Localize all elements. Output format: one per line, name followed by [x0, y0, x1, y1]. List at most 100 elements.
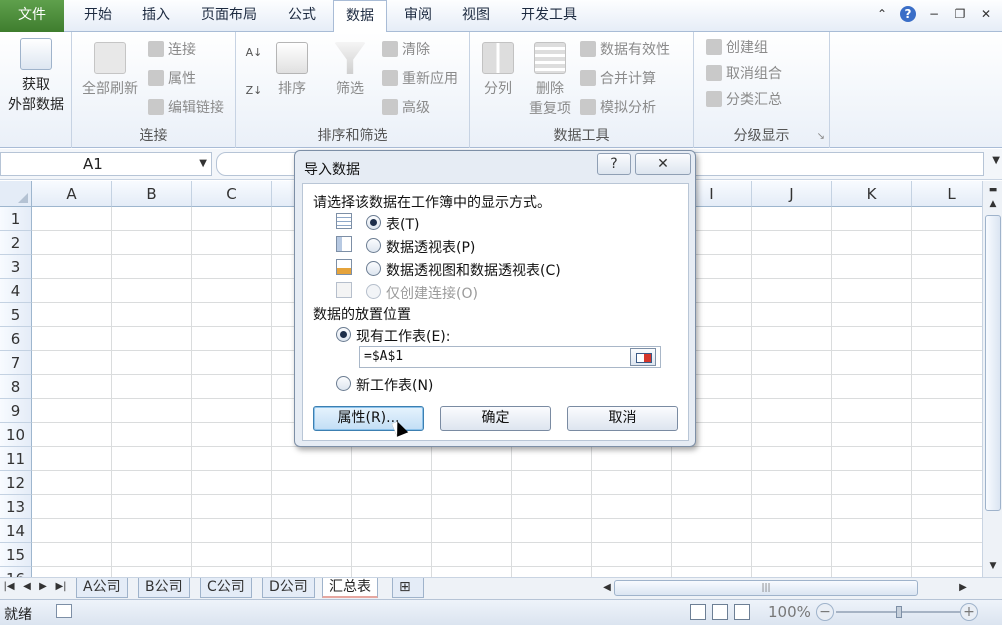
advanced-button[interactable]: 高级: [382, 96, 430, 118]
existing-sheet-radio[interactable]: [336, 327, 351, 342]
sort-az-button[interactable]: A↓: [244, 46, 264, 59]
sheet-tab[interactable]: C公司: [200, 578, 252, 598]
page-break-view-icon[interactable]: [734, 604, 750, 620]
close-icon[interactable]: ✕: [978, 6, 994, 22]
new-sheet-radio[interactable]: [336, 376, 351, 391]
dialog-help-button[interactable]: ?: [597, 153, 631, 175]
option-pivot-chart-label[interactable]: 数据透视图和数据透视表(C): [386, 260, 561, 280]
row-header[interactable]: 10: [0, 423, 32, 447]
column-header[interactable]: C: [192, 181, 272, 207]
row-header[interactable]: 16: [0, 567, 32, 577]
sheet-tab-active[interactable]: 汇总表: [322, 578, 378, 598]
vertical-scroll-thumb[interactable]: [985, 215, 1001, 511]
remove-duplicates-button[interactable]: 删除 重复项: [526, 42, 574, 118]
zoom-slider-knob[interactable]: [896, 606, 902, 618]
prev-sheet-icon[interactable]: ◀: [20, 581, 34, 592]
macro-record-icon[interactable]: [56, 604, 72, 618]
tab-data[interactable]: 数据: [333, 0, 387, 33]
option-pivot-label[interactable]: 数据透视表(P): [386, 237, 475, 257]
reference-input[interactable]: =$A$1: [359, 346, 661, 368]
tab-review[interactable]: 审阅: [390, 0, 446, 32]
tab-file[interactable]: 文件: [0, 0, 64, 32]
row-header[interactable]: 3: [0, 255, 32, 279]
row-header[interactable]: 2: [0, 231, 32, 255]
restore-icon[interactable]: ❐: [952, 6, 968, 22]
row-header[interactable]: 15: [0, 543, 32, 567]
connections-button[interactable]: 连接: [148, 38, 196, 60]
column-header[interactable]: J: [752, 181, 832, 207]
get-external-data-button[interactable]: 获取 外部数据: [0, 38, 72, 114]
sheet-tab[interactable]: D公司: [262, 578, 315, 598]
vertical-scrollbar[interactable]: ▬ ▲ ▼: [982, 181, 1002, 577]
chevron-down-icon[interactable]: ▼: [199, 153, 207, 175]
properties-button[interactable]: 属性: [148, 67, 196, 89]
tab-view[interactable]: 视图: [448, 0, 504, 32]
column-header[interactable]: K: [832, 181, 912, 207]
row-header[interactable]: 1: [0, 207, 32, 231]
dialog-close-button[interactable]: ✕: [635, 153, 691, 175]
reapply-button[interactable]: 重新应用: [382, 67, 458, 89]
horizontal-scroll-thumb[interactable]: |||: [614, 580, 918, 596]
column-header[interactable]: L: [912, 181, 982, 207]
option-table-radio[interactable]: [366, 215, 381, 230]
split-box-icon[interactable]: ▬: [985, 183, 1001, 197]
what-if-button[interactable]: 模拟分析: [580, 96, 656, 118]
option-pivot-radio[interactable]: [366, 238, 381, 253]
sheet-tab[interactable]: A公司: [76, 578, 128, 598]
row-header[interactable]: 12: [0, 471, 32, 495]
name-box[interactable]: A1 ▼: [0, 152, 212, 176]
row-header[interactable]: 11: [0, 447, 32, 471]
zoom-out-icon[interactable]: −: [816, 603, 834, 621]
edit-links-button[interactable]: 编辑链接: [148, 96, 224, 118]
tab-page-layout[interactable]: 页面布局: [188, 0, 270, 32]
clear-button[interactable]: 清除: [382, 38, 430, 60]
column-header[interactable]: A: [32, 181, 112, 207]
option-table-label[interactable]: 表(T): [386, 214, 419, 234]
tab-home[interactable]: 开始: [70, 0, 126, 32]
zoom-slider[interactable]: [836, 606, 962, 618]
next-sheet-icon[interactable]: ▶: [36, 581, 50, 592]
sort-za-button[interactable]: Z↓: [244, 84, 264, 97]
consolidate-button[interactable]: 合并计算: [580, 67, 656, 89]
option-pivot-chart-radio[interactable]: [366, 261, 381, 276]
help-icon[interactable]: ?: [900, 6, 916, 22]
tab-insert[interactable]: 插入: [128, 0, 184, 32]
text-to-columns-button[interactable]: 分列: [478, 42, 518, 98]
first-sheet-icon[interactable]: |◀: [2, 581, 16, 592]
subtotal-button[interactable]: 分类汇总: [706, 88, 782, 110]
outline-launcher-icon[interactable]: ↘: [817, 131, 825, 142]
row-header[interactable]: 6: [0, 327, 32, 351]
scroll-up-icon[interactable]: ▲: [985, 197, 1001, 211]
select-all-corner[interactable]: [0, 181, 32, 207]
row-header[interactable]: 14: [0, 519, 32, 543]
group-button[interactable]: 创建组: [706, 36, 768, 58]
filter-button[interactable]: 筛选: [328, 42, 372, 98]
collapse-dialog-icon[interactable]: [630, 348, 656, 366]
row-header[interactable]: 5: [0, 303, 32, 327]
last-sheet-icon[interactable]: ▶|: [54, 581, 68, 592]
existing-sheet-label[interactable]: 现有工作表(E):: [356, 326, 451, 346]
new-sheet-label[interactable]: 新工作表(N): [356, 375, 433, 395]
page-layout-view-icon[interactable]: [712, 604, 728, 620]
column-header[interactable]: B: [112, 181, 192, 207]
ok-button[interactable]: 确定: [440, 406, 551, 431]
horizontal-scrollbar[interactable]: ◀ ||| ▶: [600, 580, 972, 596]
zoom-in-icon[interactable]: +: [960, 603, 978, 621]
scroll-left-icon[interactable]: ◀: [600, 582, 614, 593]
sheet-tab[interactable]: B公司: [138, 578, 190, 598]
scroll-down-icon[interactable]: ▼: [985, 559, 1001, 573]
tab-formulas[interactable]: 公式: [274, 0, 330, 32]
cancel-button[interactable]: 取消: [567, 406, 678, 431]
refresh-all-button[interactable]: 全部刷新: [76, 42, 144, 98]
normal-view-icon[interactable]: [690, 604, 706, 620]
tab-developer[interactable]: 开发工具: [508, 0, 590, 32]
zoom-level[interactable]: 100%: [768, 603, 811, 621]
row-header[interactable]: 9: [0, 399, 32, 423]
properties-dialog-button[interactable]: 属性(R)...: [313, 406, 424, 431]
row-header[interactable]: 13: [0, 495, 32, 519]
minimize-ribbon-icon[interactable]: ⌃: [874, 6, 890, 22]
row-header[interactable]: 8: [0, 375, 32, 399]
row-header[interactable]: 4: [0, 279, 32, 303]
ungroup-button[interactable]: 取消组合: [706, 62, 782, 84]
scroll-right-icon[interactable]: ▶: [956, 582, 970, 593]
